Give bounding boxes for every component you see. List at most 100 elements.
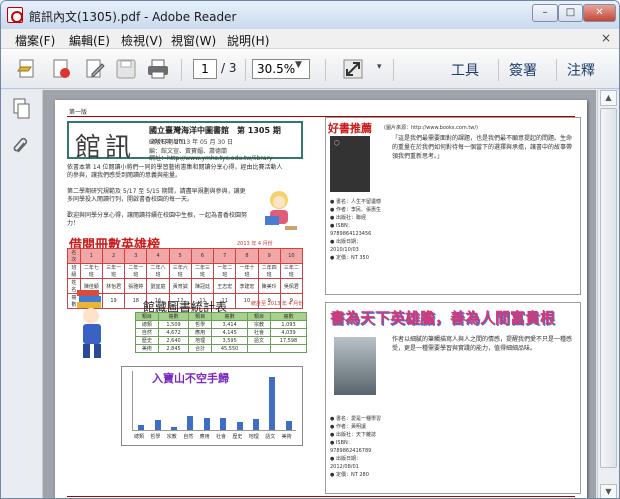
chart-x-tick-label: 應用 [199,434,210,440]
book2-review: 作者以細膩的筆觸描寫人與人之間的情感，提醒我們愛不只是一種感受，更是一種需要學習… [392,336,573,352]
book1-review: 「這是我們最需要面對的課題，也是我們最不願意提起的問題。生命的重量在於我們如何對… [392,135,573,160]
table-cell: 三年一班 [101,263,126,279]
chart-x-tick-label: 社會 [216,434,227,440]
chart-x-labels: 總類 哲學 宗教 自然 應用 社會 歷史 地理 語文 美術 [132,433,296,443]
toolbar-separator [245,59,246,81]
book-recommendation-2: 書為天下英雄膽，善為人間富貴根 ● 書名：愛是一種學習 ● 作者：黃明讓 ● 出版社… [325,302,581,494]
create-pdf-icon[interactable] [49,57,73,81]
toolbar-separator [498,59,499,81]
fit-page-icon[interactable] [341,57,365,81]
menu-bar: 檔案(F) 編輯(E) 檢視(V) 視窗(W) 說明(H) × [1,29,619,49]
page-number-input[interactable]: 1 [193,59,217,79]
meta-line: ● 出版社：聯經 [330,215,366,221]
close-button[interactable]: ✕ [583,4,616,22]
chart-x-tick-label: 語文 [265,434,276,440]
maximize-button[interactable]: □ [558,4,583,22]
page-total: / 3 [221,61,237,75]
table-row: 自然 4,672 應用 4,145 社會 4,039 [135,328,308,337]
table-cell: 17,598 [269,336,308,345]
vertical-scrollbar[interactable]: ▲ ▼ [597,90,619,498]
chart-bar [154,419,161,430]
adobe-reader-icon [7,7,23,23]
table-cell: 社會 [247,328,271,337]
chart-x-tick-label: 美術 [281,434,292,440]
table-cell: 4,039 [269,328,308,337]
table-cell: 吳佩君 [279,278,304,294]
meta-line: ● 書名：愛是一種學習 [330,416,381,422]
paragraph-2: 第二學期研究規範及 5/17 至 5/15 期間，請盡早規劃與參與，讓更多同學投… [67,188,246,203]
table-cell: 宗教 [247,320,271,329]
meta-line: ● 作者：黃明讓 [330,424,366,430]
table-cell: 陳冠廷 [190,278,215,294]
meta-line: ● 定價：NT 280 [330,472,369,478]
table-cell: 類目 [188,312,213,321]
publish-date: 出版日期 2013 年 05 月 30 日 [149,139,233,146]
table-cell: 三年二班 [279,263,304,279]
minimize-button[interactable]: – [532,4,558,22]
table-row: 歷史 2,640 地理 3,595 語文 17,598 [135,336,308,345]
close-document-icon[interactable]: × [601,31,611,45]
meta-line: ● 出版日期：2010/10/03 [330,239,361,253]
menu-view[interactable]: 檢視(V) [121,32,163,49]
table-cell: 黃育誠 [168,278,192,294]
tools-button[interactable]: 工具 [451,60,479,80]
chart-bar [203,417,210,430]
table-cell: 陳美玲 [257,278,281,294]
table-cell: 李建宏 [235,278,259,294]
edit-pdf-icon[interactable] [83,57,107,81]
table-cell: 三年六班 [168,263,192,279]
table-cell: 冊數 [157,312,190,321]
table-cell: 語文 [247,336,271,345]
chart-x-tick-label: 宗教 [166,434,177,440]
table-cell: 二年三班 [190,263,215,279]
book-recommendation-1: 好書推薦 (圖片來源：http://www.books.com.tw/) ◯ ●… [325,117,581,295]
table-cell: 歷史 [135,336,159,345]
menu-file[interactable]: 檔案(F) [15,32,55,49]
menu-edit[interactable]: 編輯(E) [69,32,110,49]
chart-bar [138,425,145,430]
toolbar-separator [556,59,557,81]
toolbar-separator [393,59,394,81]
table-row: 班級 二年七班 三年一班 二年一班 二年八班 三年六班 二年三班 一年二班 一年十班 二年四班 三年… [67,263,304,279]
table-cell: 劉宜庭 [146,278,170,294]
table-cell: 一年十班 [235,263,259,279]
menu-window[interactable]: 視窗(W) [171,32,216,49]
app-window: 館訊內文(1305).pdf - Adobe Reader – □ ✕ 檔案(F… [0,0,620,499]
page-header-tag: 第一版 [69,109,88,116]
open-file-icon[interactable] [15,57,39,81]
table-cell: 2,640 [157,336,190,345]
boy-with-books-illustration [71,288,125,360]
zoom-dropdown-icon[interactable]: ▼ [295,60,302,70]
collection-stats-table: 類目 冊數 類目 冊數 類目 冊數 總類 1,509 哲學 3,414 宗教 1,093 自然 4,672… [135,312,308,353]
chart-bar [171,426,177,430]
table-cell: 二年七班 [79,263,103,279]
chart-plot-area [132,371,296,431]
table-cell: 9 [257,248,281,264]
table-cell: 王志宏 [213,278,237,294]
table2-caption: 統計至 2013 年 4 月份 [251,301,304,307]
toolbar-more-icon[interactable]: ▾ [377,62,382,72]
attachments-icon[interactable] [13,134,31,156]
save-icon[interactable] [114,57,138,81]
table-cell: 4,672 [157,328,190,337]
toolbar-separator [181,59,182,81]
table1-caption: 2013 年 4 月份 [237,241,273,247]
scroll-up-button[interactable]: ▲ [600,90,617,106]
table-cell: 8 [235,248,259,264]
comment-button[interactable]: 注釋 [567,60,595,80]
print-icon[interactable] [146,57,170,81]
title-bar[interactable]: 館訊內文(1305).pdf - Adobe Reader – □ ✕ [1,1,619,29]
menu-help[interactable]: 說明(H) [227,32,269,49]
table-cell: 自然 [135,328,159,337]
table-cell [247,344,271,353]
scroll-down-button[interactable]: ▼ [600,484,617,498]
meta-line: ● 書名：人生不留遺憾 [330,199,381,205]
chart-bar [220,417,227,430]
table-row: 美術 2,845 合計 45,550 [135,344,308,353]
table-cell: 二年一班 [124,263,148,279]
sign-button[interactable]: 簽署 [509,60,537,80]
page-thumbnails-icon[interactable] [13,98,31,120]
scroll-thumb[interactable] [600,108,617,468]
table-cell [269,344,308,353]
table-row: 名次 1 2 3 4 5 6 7 8 9 10 [67,248,304,264]
